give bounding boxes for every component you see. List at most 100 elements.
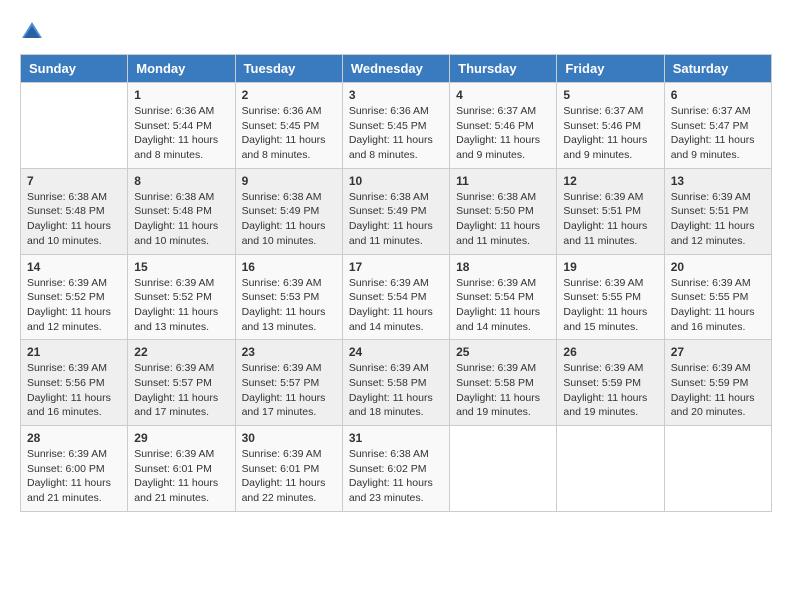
calendar-cell: 11 Sunrise: 6:38 AMSunset: 5:50 PMDayligh… <box>450 168 557 254</box>
header-tuesday: Tuesday <box>235 55 342 83</box>
day-info: Sunrise: 6:39 AMSunset: 5:59 PMDaylight:… <box>671 361 765 420</box>
day-number: 8 <box>134 174 228 188</box>
calendar-cell <box>21 83 128 169</box>
day-info: Sunrise: 6:38 AMSunset: 5:49 PMDaylight:… <box>242 190 336 249</box>
calendar-cell: 9 Sunrise: 6:38 AMSunset: 5:49 PMDaylight… <box>235 168 342 254</box>
day-number: 28 <box>27 431 121 445</box>
day-info: Sunrise: 6:39 AMSunset: 5:51 PMDaylight:… <box>671 190 765 249</box>
day-number: 9 <box>242 174 336 188</box>
day-number: 6 <box>671 88 765 102</box>
page-header <box>20 20 772 44</box>
day-number: 30 <box>242 431 336 445</box>
calendar-cell: 30 Sunrise: 6:39 AMSunset: 6:01 PMDayligh… <box>235 426 342 512</box>
header-friday: Friday <box>557 55 664 83</box>
calendar-cell: 20Sunrise: 6:39 AMSunset: 5:55 PMDayligh… <box>664 254 771 340</box>
day-number: 7 <box>27 174 121 188</box>
calendar-cell: 31Sunrise: 6:38 AMSunset: 6:02 PMDayligh… <box>342 426 449 512</box>
day-info: Sunrise: 6:39 AMSunset: 5:57 PMDaylight:… <box>134 361 228 420</box>
day-number: 17 <box>349 260 443 274</box>
day-info: Sunrise: 6:39 AMSunset: 5:57 PMDaylight:… <box>242 361 336 420</box>
week-row-2: 7 Sunrise: 6:38 AMSunset: 5:48 PMDaylight… <box>21 168 772 254</box>
header-thursday: Thursday <box>450 55 557 83</box>
week-row-3: 14 Sunrise: 6:39 AMSunset: 5:52 PMDayligh… <box>21 254 772 340</box>
day-number: 22 <box>134 345 228 359</box>
day-number: 10 <box>349 174 443 188</box>
day-info: Sunrise: 6:39 AMSunset: 5:58 PMDaylight:… <box>456 361 550 420</box>
day-number: 5 <box>563 88 657 102</box>
calendar-cell: 14 Sunrise: 6:39 AMSunset: 5:52 PMDayligh… <box>21 254 128 340</box>
day-info: Sunrise: 6:39 AMSunset: 6:01 PMDaylight:… <box>242 447 336 506</box>
calendar-cell <box>557 426 664 512</box>
day-number: 13 <box>671 174 765 188</box>
calendar-table: SundayMondayTuesdayWednesdayThursdayFrid… <box>20 54 772 512</box>
day-info: Sunrise: 6:39 AMSunset: 5:59 PMDaylight:… <box>563 361 657 420</box>
day-number: 26 <box>563 345 657 359</box>
calendar-cell: 26 Sunrise: 6:39 AMSunset: 5:59 PMDayligh… <box>557 340 664 426</box>
calendar-cell <box>664 426 771 512</box>
calendar-cell: 21Sunrise: 6:39 AMSunset: 5:56 PMDayligh… <box>21 340 128 426</box>
calendar-cell: 8 Sunrise: 6:38 AMSunset: 5:48 PMDaylight… <box>128 168 235 254</box>
day-info: Sunrise: 6:36 AMSunset: 5:45 PMDaylight:… <box>349 104 443 163</box>
day-info: Sunrise: 6:38 AMSunset: 5:48 PMDaylight:… <box>27 190 121 249</box>
day-number: 16 <box>242 260 336 274</box>
day-number: 15 <box>134 260 228 274</box>
day-info: Sunrise: 6:39 AMSunset: 5:53 PMDaylight:… <box>242 276 336 335</box>
day-number: 11 <box>456 174 550 188</box>
calendar-cell: 10 Sunrise: 6:38 AMSunset: 5:49 PMDayligh… <box>342 168 449 254</box>
calendar-cell: 17 Sunrise: 6:39 AMSunset: 5:54 PMDayligh… <box>342 254 449 340</box>
week-row-4: 21Sunrise: 6:39 AMSunset: 5:56 PMDayligh… <box>21 340 772 426</box>
day-info: Sunrise: 6:39 AMSunset: 5:54 PMDaylight:… <box>349 276 443 335</box>
day-info: Sunrise: 6:38 AMSunset: 5:48 PMDaylight:… <box>134 190 228 249</box>
day-number: 14 <box>27 260 121 274</box>
day-info: Sunrise: 6:39 AMSunset: 6:00 PMDaylight:… <box>27 447 121 506</box>
calendar-cell <box>450 426 557 512</box>
day-info: Sunrise: 6:39 AMSunset: 5:55 PMDaylight:… <box>671 276 765 335</box>
day-number: 2 <box>242 88 336 102</box>
day-info: Sunrise: 6:38 AMSunset: 5:49 PMDaylight:… <box>349 190 443 249</box>
calendar-cell: 27 Sunrise: 6:39 AMSunset: 5:59 PMDayligh… <box>664 340 771 426</box>
day-number: 25 <box>456 345 550 359</box>
header-monday: Monday <box>128 55 235 83</box>
calendar-cell: 3 Sunrise: 6:36 AMSunset: 5:45 PMDaylight… <box>342 83 449 169</box>
day-info: Sunrise: 6:39 AMSunset: 6:01 PMDaylight:… <box>134 447 228 506</box>
day-info: Sunrise: 6:37 AMSunset: 5:46 PMDaylight:… <box>563 104 657 163</box>
day-info: Sunrise: 6:39 AMSunset: 5:54 PMDaylight:… <box>456 276 550 335</box>
calendar-cell: 6 Sunrise: 6:37 AMSunset: 5:47 PMDaylight… <box>664 83 771 169</box>
logo-icon <box>20 20 44 44</box>
calendar-cell: 1 Sunrise: 6:36 AMSunset: 5:44 PMDaylight… <box>128 83 235 169</box>
day-number: 19 <box>563 260 657 274</box>
day-number: 18 <box>456 260 550 274</box>
calendar-cell: 28 Sunrise: 6:39 AMSunset: 6:00 PMDayligh… <box>21 426 128 512</box>
header-row: SundayMondayTuesdayWednesdayThursdayFrid… <box>21 55 772 83</box>
day-number: 3 <box>349 88 443 102</box>
calendar-cell: 24Sunrise: 6:39 AMSunset: 5:58 PMDayligh… <box>342 340 449 426</box>
calendar-cell: 2Sunrise: 6:36 AMSunset: 5:45 PMDaylight… <box>235 83 342 169</box>
calendar-cell: 23Sunrise: 6:39 AMSunset: 5:57 PMDayligh… <box>235 340 342 426</box>
day-number: 4 <box>456 88 550 102</box>
calendar-cell: 19Sunrise: 6:39 AMSunset: 5:55 PMDayligh… <box>557 254 664 340</box>
day-info: Sunrise: 6:39 AMSunset: 5:56 PMDaylight:… <box>27 361 121 420</box>
day-info: Sunrise: 6:37 AMSunset: 5:47 PMDaylight:… <box>671 104 765 163</box>
calendar-cell: 15 Sunrise: 6:39 AMSunset: 5:52 PMDayligh… <box>128 254 235 340</box>
calendar-cell: 29 Sunrise: 6:39 AMSunset: 6:01 PMDayligh… <box>128 426 235 512</box>
day-info: Sunrise: 6:39 AMSunset: 5:51 PMDaylight:… <box>563 190 657 249</box>
day-number: 12 <box>563 174 657 188</box>
day-info: Sunrise: 6:39 AMSunset: 5:52 PMDaylight:… <box>134 276 228 335</box>
week-row-5: 28 Sunrise: 6:39 AMSunset: 6:00 PMDayligh… <box>21 426 772 512</box>
calendar-cell: 18 Sunrise: 6:39 AMSunset: 5:54 PMDayligh… <box>450 254 557 340</box>
calendar-cell: 5 Sunrise: 6:37 AMSunset: 5:46 PMDaylight… <box>557 83 664 169</box>
day-number: 27 <box>671 345 765 359</box>
header-wednesday: Wednesday <box>342 55 449 83</box>
day-info: Sunrise: 6:39 AMSunset: 5:52 PMDaylight:… <box>27 276 121 335</box>
day-info: Sunrise: 6:38 AMSunset: 6:02 PMDaylight:… <box>349 447 443 506</box>
calendar-cell: 16 Sunrise: 6:39 AMSunset: 5:53 PMDayligh… <box>235 254 342 340</box>
day-number: 29 <box>134 431 228 445</box>
day-number: 1 <box>134 88 228 102</box>
day-info: Sunrise: 6:36 AMSunset: 5:44 PMDaylight:… <box>134 104 228 163</box>
calendar-cell: 12 Sunrise: 6:39 AMSunset: 5:51 PMDayligh… <box>557 168 664 254</box>
day-info: Sunrise: 6:38 AMSunset: 5:50 PMDaylight:… <box>456 190 550 249</box>
week-row-1: 1 Sunrise: 6:36 AMSunset: 5:44 PMDaylight… <box>21 83 772 169</box>
day-number: 24 <box>349 345 443 359</box>
logo <box>20 20 48 44</box>
calendar-cell: 7 Sunrise: 6:38 AMSunset: 5:48 PMDaylight… <box>21 168 128 254</box>
